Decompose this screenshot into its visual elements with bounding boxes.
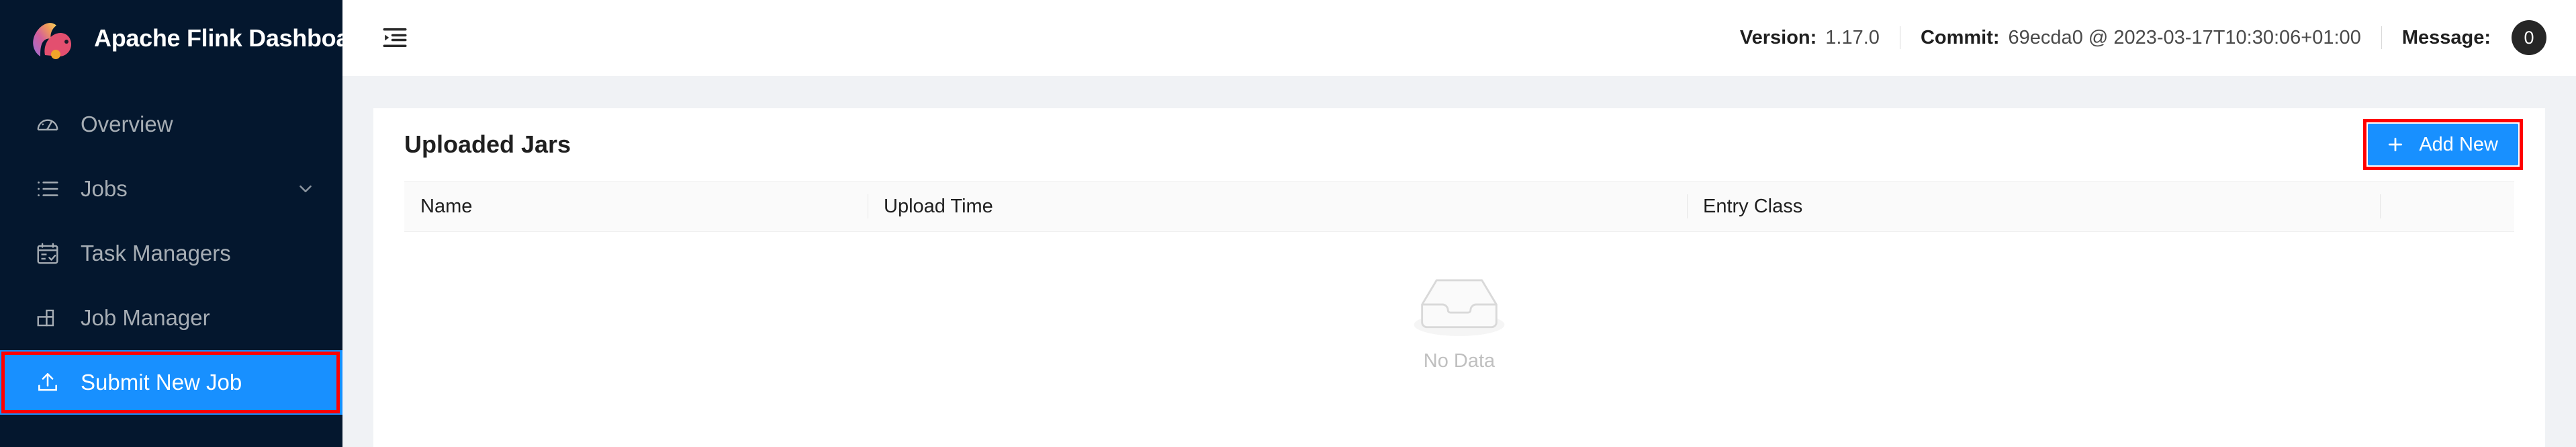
sidebar-item-jobs[interactable]: Jobs xyxy=(0,157,342,221)
commit-label: Commit: xyxy=(1920,26,2000,48)
empty-state-text: No Data xyxy=(1423,350,1496,372)
column-header-name[interactable]: Name xyxy=(404,181,868,231)
add-new-button-label: Add New xyxy=(2419,133,2498,155)
version-group: Version: 1.17.0 xyxy=(1740,27,1880,49)
sidebar: Apache Flink Dashboard Overview Jobs Tas… xyxy=(0,0,373,447)
plus-icon xyxy=(2389,137,2403,152)
cluster-meta: Version: 1.17.0 Commit: 69ecda0 @ 2023-0… xyxy=(1740,20,2546,55)
meta-divider xyxy=(2381,26,2382,49)
version-label: Version: xyxy=(1739,26,1817,48)
sidebar-item-task-managers[interactable]: Task Managers xyxy=(0,221,342,286)
blocks-icon xyxy=(37,309,54,327)
uploaded-jars-card: Uploaded Jars Add New Name Upload Time E… xyxy=(373,108,2545,447)
sidebar-item-overview[interactable]: Overview xyxy=(0,92,342,157)
jars-table: Name Upload Time Entry Class No Data xyxy=(373,181,2545,447)
flink-squirrel-logo-icon xyxy=(33,22,71,59)
sidebar-item-label: Overview xyxy=(81,112,173,136)
brand-title: Apache Flink Dashboard xyxy=(94,24,373,52)
brand[interactable]: Apache Flink Dashboard xyxy=(0,0,373,76)
topbar: Version: 1.17.0 Commit: 69ecda0 @ 2023-0… xyxy=(342,0,2576,76)
sidebar-item-job-manager[interactable]: Job Manager xyxy=(0,286,342,350)
task-check-icon xyxy=(37,243,58,264)
upload-icon xyxy=(38,373,57,391)
main-area: Version: 1.17.0 Commit: 69ecda0 @ 2023-0… xyxy=(342,0,2576,447)
table-header-row: Name Upload Time Entry Class xyxy=(404,181,2514,232)
table-body: No Data xyxy=(404,232,2514,447)
version-value: 1.17.0 xyxy=(1825,26,1880,48)
card-header: Uploaded Jars Add New xyxy=(373,108,2545,181)
sidebar-item-label: Jobs xyxy=(81,176,128,201)
column-header-actions xyxy=(2380,181,2514,231)
chevron-down-icon[interactable] xyxy=(295,179,316,199)
menu-fold-icon xyxy=(383,28,407,47)
sidebar-item-label: Task Managers xyxy=(81,241,231,266)
message-group[interactable]: Message: 0 xyxy=(2402,20,2546,55)
sidebar-item-label: Submit New Job xyxy=(81,370,242,395)
sidebar-item-submit-new-job[interactable]: Submit New Job xyxy=(0,350,342,415)
page-title: Uploaded Jars xyxy=(404,130,571,158)
sidebar-item-label: Job Manager xyxy=(81,305,210,330)
column-header-upload-time[interactable]: Upload Time xyxy=(868,181,1687,231)
empty-inbox-icon xyxy=(1414,279,1505,336)
flink-dashboard: Apache Flink Dashboard Overview Jobs Tas… xyxy=(0,0,2576,447)
empty-state: No Data xyxy=(1408,268,1511,372)
commit-value: 69ecda0 @ 2023-03-17T10:30:06+01:00 xyxy=(2008,26,2361,48)
list-icon xyxy=(38,181,58,196)
add-new-button[interactable]: Add New xyxy=(2368,124,2518,165)
sidebar-nav: Overview Jobs Task Managers Job Manager … xyxy=(0,76,342,415)
content-area: Uploaded Jars Add New Name Upload Time E… xyxy=(342,76,2576,447)
menu-fold-button[interactable] xyxy=(375,17,415,58)
add-new-button-wrapper: Add New xyxy=(2363,119,2523,170)
column-header-entry-class[interactable]: Entry Class xyxy=(1687,181,2380,231)
commit-group: Commit: 69ecda0 @ 2023-03-17T10:30:06+01… xyxy=(1921,27,2361,49)
message-label: Message: xyxy=(2401,26,2491,48)
message-count-badge[interactable]: 0 xyxy=(2512,20,2546,55)
dashboard-icon xyxy=(37,119,58,131)
